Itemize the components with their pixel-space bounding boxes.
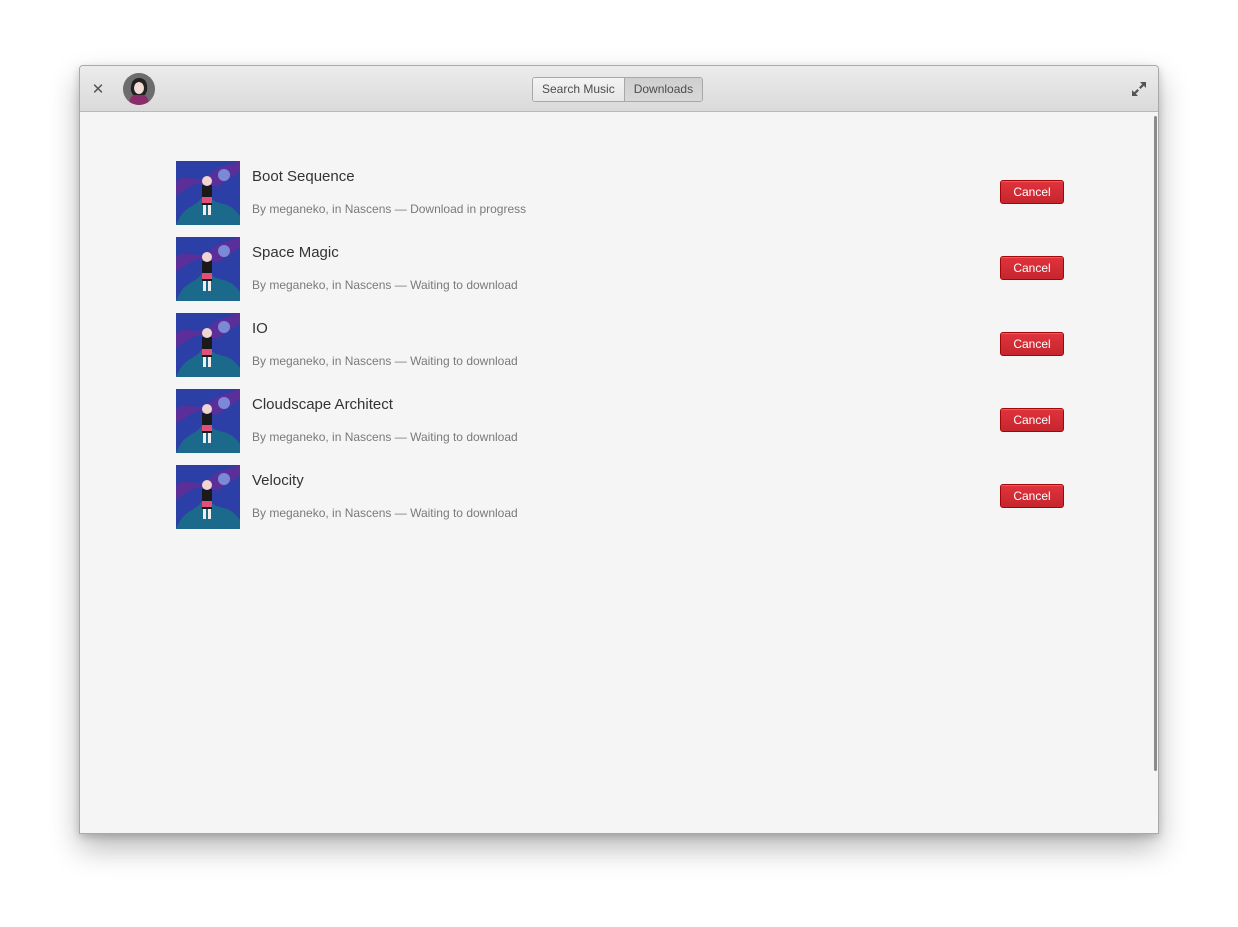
album-art [176, 465, 240, 529]
scrollbar[interactable] [1154, 116, 1157, 771]
avatar-icon [123, 73, 155, 105]
track-title: IO [252, 320, 268, 337]
track-title: Boot Sequence [252, 168, 355, 185]
list-item: Space Magic By meganeko, in Nascens — Wa… [176, 237, 1064, 301]
avatar[interactable] [123, 73, 155, 105]
album-art [176, 313, 240, 377]
track-title: Velocity [252, 472, 304, 489]
track-status: By meganeko, in Nascens — Waiting to dow… [252, 354, 518, 368]
headerbar: ✕ Search Music Downloads [80, 66, 1158, 112]
list-item: IO By meganeko, in Nascens — Waiting to … [176, 313, 1064, 377]
fullscreen-button[interactable] [1130, 80, 1148, 98]
track-status: By meganeko, in Nascens — Waiting to dow… [252, 430, 518, 444]
close-icon: ✕ [91, 81, 105, 98]
album-art [176, 389, 240, 453]
album-art [176, 161, 240, 225]
track-status: By meganeko, in Nascens — Download in pr… [252, 202, 527, 216]
tab-downloads[interactable]: Downloads [623, 78, 703, 101]
list-item: Boot Sequence By meganeko, in Nascens — … [176, 161, 1064, 225]
downloads-list: Boot Sequence By meganeko, in Nascens — … [80, 113, 1158, 833]
track-title: Cloudscape Architect [252, 396, 393, 413]
track-status: By meganeko, in Nascens — Waiting to dow… [252, 506, 518, 520]
cancel-button[interactable]: Cancel [1000, 484, 1064, 508]
app-window: ✕ Search Music Downloads Boot Sequence B… [79, 65, 1159, 834]
cancel-button[interactable]: Cancel [1000, 408, 1064, 432]
list-item: Cloudscape Architect By meganeko, in Nas… [176, 389, 1064, 453]
cancel-button[interactable]: Cancel [1000, 180, 1064, 204]
cancel-button[interactable]: Cancel [1000, 332, 1064, 356]
album-art [176, 237, 240, 301]
fullscreen-icon [1132, 82, 1146, 96]
close-button[interactable]: ✕ [88, 78, 108, 100]
tab-search-music[interactable]: Search Music [533, 78, 624, 101]
list-item: Velocity By meganeko, in Nascens — Waiti… [176, 465, 1064, 529]
mode-switcher: Search Music Downloads [532, 77, 704, 102]
track-title: Space Magic [252, 244, 339, 261]
track-status: By meganeko, in Nascens — Waiting to dow… [252, 278, 518, 292]
cancel-button[interactable]: Cancel [1000, 256, 1064, 280]
